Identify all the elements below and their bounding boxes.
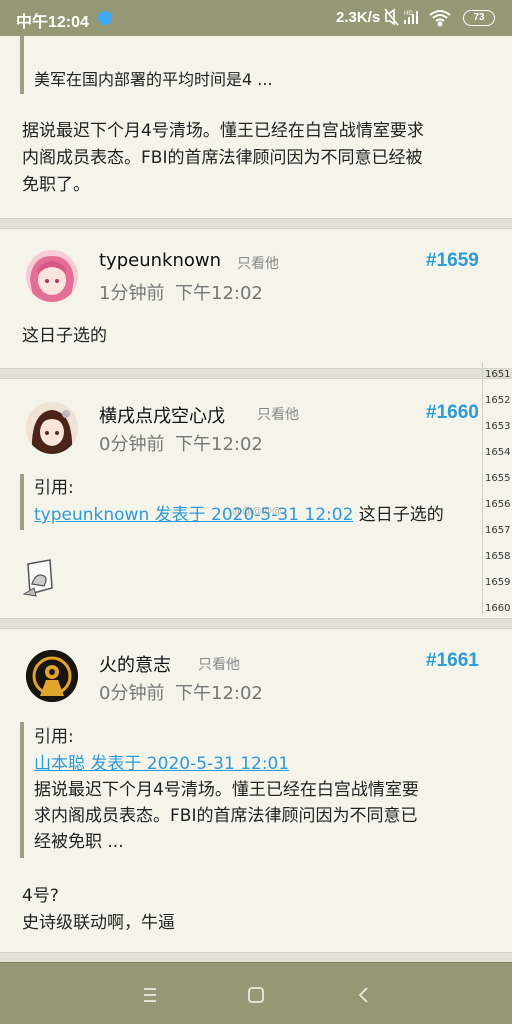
post-relative-time: 0分钟前 — [99, 434, 165, 455]
post-body-line: 4号? — [22, 886, 59, 906]
post-body-line: 免职了。 — [22, 175, 90, 195]
only-him-button[interactable]: 只看他 — [257, 404, 299, 424]
quote-label: 引用: — [34, 727, 74, 747]
only-him-button[interactable]: 只看他 — [237, 253, 279, 273]
status-time: 中午12:04 — [16, 14, 89, 31]
menu-icon[interactable] — [136, 981, 164, 1009]
floor-number[interactable]: #1659 — [426, 250, 479, 272]
scrubber-item[interactable]: 1658 — [485, 551, 510, 562]
quote-line: 山本聪 发表于 2020-5-31 12:01 — [34, 751, 289, 778]
quote-text-line: 经被免职 ... — [34, 832, 124, 852]
quote-source-link[interactable]: 山本聪 发表于 2020-5-31 12:01 — [34, 754, 289, 774]
avatar-image — [26, 650, 78, 702]
quote-source-link[interactable]: typeunknown 发表于 2020-5-31 12:02 — [34, 505, 353, 525]
post-time: 下午12:02 — [175, 283, 263, 304]
scrubber-track — [482, 362, 483, 614]
quote-text: 美军在国内部署的平均时间是4 ... — [34, 70, 273, 89]
username[interactable]: 火的意志 — [99, 651, 171, 677]
avatar-image — [26, 402, 78, 454]
post-body-line: 据说最迟下个月4号清场。懂王已经在白宫战情室要求 — [22, 121, 424, 141]
svg-text:HD: HD — [404, 11, 413, 17]
floor-number[interactable]: #1660 — [426, 402, 479, 424]
watermark: @@@@@ — [232, 506, 282, 517]
post-body-line: 内阁成员表态。FBI的首席法律顾问因为不同意已经被 — [22, 148, 423, 168]
signal-icon: HD — [404, 11, 418, 24]
scrubber-item[interactable]: 1651 — [485, 369, 510, 380]
scrubber-item[interactable]: 1659 — [485, 577, 510, 588]
quote-bar — [20, 474, 24, 530]
only-him-button[interactable]: 只看他 — [198, 654, 240, 674]
post-relative-time: 1分钟前 — [99, 283, 165, 304]
username[interactable]: 横戌点戌空心戊 — [99, 402, 225, 428]
quote-label: 引用: — [34, 478, 74, 498]
username[interactable]: typeunknown — [99, 250, 221, 271]
post-separator — [0, 368, 512, 379]
mute-icon — [384, 8, 399, 26]
floor-number[interactable]: #1661 — [426, 650, 479, 672]
scrubber-item[interactable]: 1660 — [485, 603, 510, 614]
post-body: 这日子选的 — [22, 326, 107, 346]
home-icon[interactable] — [242, 981, 270, 1009]
post-time: 下午12:02 — [175, 434, 263, 455]
status-bar: 中午12:04 2.3K/s HD 73 — [0, 0, 512, 36]
scrubber-item[interactable]: 1657 — [485, 525, 510, 536]
floor-scrubber[interactable]: 1651 1652 1653 1654 1655 1656 1657 1658 … — [482, 362, 512, 622]
post-body-line: 史诗级联动啊，牛逼 — [22, 913, 175, 933]
image-sticker[interactable] — [22, 558, 56, 598]
status-icons: HD — [384, 8, 451, 27]
quote-bar — [20, 36, 24, 94]
quote-text-line: 据说最迟下个月4号清场。懂王已经在白宫战情室要 — [34, 780, 419, 800]
post-separator — [0, 218, 512, 229]
scrubber-item[interactable]: 1655 — [485, 473, 510, 484]
scrubber-item[interactable]: 1652 — [485, 395, 510, 406]
avatar[interactable] — [26, 250, 78, 302]
scrubber-item[interactable]: 1656 — [485, 499, 510, 510]
post-separator — [0, 952, 512, 962]
post-relative-time: 0分钟前 — [99, 683, 165, 704]
avatar[interactable] — [26, 402, 78, 454]
scrubber-item[interactable]: 1654 — [485, 447, 510, 458]
quote-text: 这日子选的 — [353, 505, 444, 525]
post-separator — [0, 618, 512, 629]
app-notification-icon — [98, 11, 112, 25]
quote-bar — [20, 722, 24, 858]
wifi-icon — [429, 10, 451, 27]
post-list[interactable]: 美军在国内部署的平均时间是4 ... 据说最迟下个月4号清场。懂王已经在白宫战情… — [0, 36, 512, 962]
sticker-image — [22, 559, 53, 597]
navigation-bar — [0, 962, 512, 1024]
network-speed: 2.3K/s — [336, 9, 381, 26]
avatar-image — [26, 250, 78, 302]
avatar[interactable] — [26, 650, 78, 702]
scrubber-item[interactable]: 1653 — [485, 421, 510, 432]
post-time: 下午12:02 — [175, 683, 263, 704]
quote-text-line: 求内阁成员表态。FBI的首席法律顾问因为不同意已 — [34, 806, 418, 826]
back-icon[interactable] — [350, 981, 378, 1009]
battery-icon: 73 — [463, 10, 495, 26]
